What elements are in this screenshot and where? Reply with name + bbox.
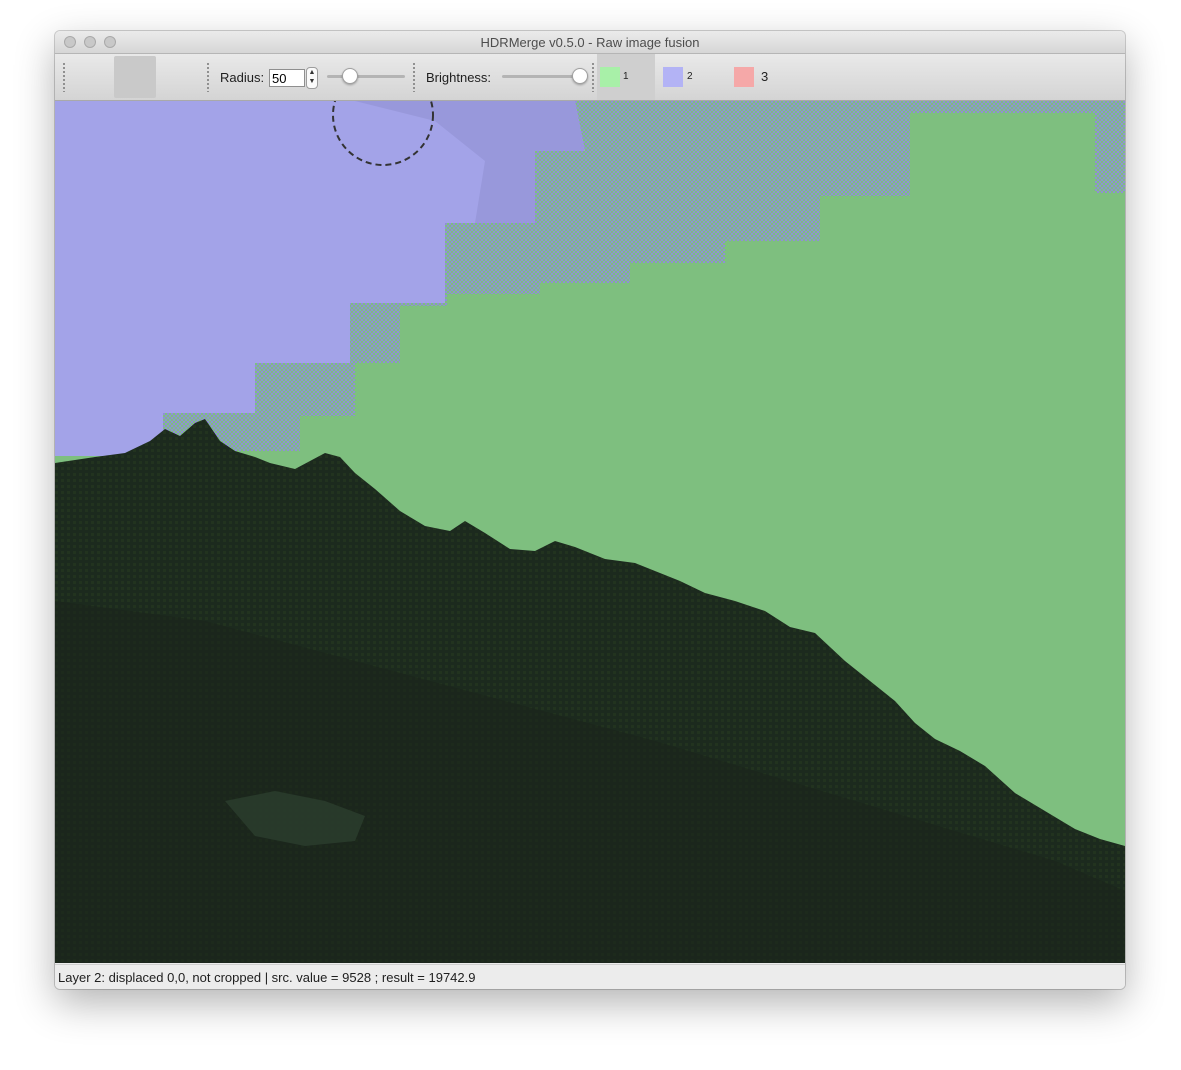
toolbar-grip-handle[interactable] bbox=[592, 62, 594, 92]
brightness-label: Brightness: bbox=[426, 70, 492, 85]
status-message: Layer 2: displaced 0,0, not cropped | sr… bbox=[58, 970, 476, 985]
image-canvas[interactable] bbox=[55, 101, 1125, 963]
toolbar-grip-handle[interactable] bbox=[207, 62, 209, 92]
layer-1-color-swatch bbox=[600, 67, 620, 87]
layer-2-label: 2 bbox=[687, 71, 693, 82]
layer-3-label: 3 bbox=[761, 69, 769, 84]
layer-3-button[interactable]: 3 bbox=[729, 54, 795, 100]
layer-1-button[interactable]: 1 bbox=[597, 54, 655, 100]
brush-tool-button[interactable] bbox=[114, 56, 156, 98]
window-title: HDRMerge v0.5.0 - Raw image fusion bbox=[480, 35, 700, 50]
status-bar: Layer 2: displaced 0,0, not cropped | sr… bbox=[55, 964, 1125, 989]
layer-2-button[interactable]: 2 bbox=[659, 54, 725, 100]
toolbar-grip-handle[interactable] bbox=[63, 62, 65, 92]
toolbar-grip-handle[interactable] bbox=[413, 62, 415, 92]
radius-label: Radius: bbox=[220, 70, 265, 85]
brightness-slider-track[interactable] bbox=[502, 75, 580, 78]
layer-3-color-swatch bbox=[734, 67, 754, 87]
radius-slider-track[interactable] bbox=[327, 75, 405, 78]
layer-2-color-swatch bbox=[663, 67, 683, 87]
brightness-slider-thumb[interactable] bbox=[572, 68, 588, 84]
merged-image-view bbox=[55, 101, 1125, 963]
chevron-up-icon[interactable]: ▲ bbox=[309, 69, 316, 76]
app-window: HDRMerge v0.5.0 - Raw image fusion Radiu… bbox=[55, 31, 1125, 989]
chevron-down-icon[interactable]: ▼ bbox=[309, 78, 316, 85]
radius-slider-thumb[interactable] bbox=[342, 68, 359, 84]
title-bar: HDRMerge v0.5.0 - Raw image fusion bbox=[55, 31, 1125, 54]
toolbar: Radius: 50 ▲ ▼ Brightness: 1 2 3 bbox=[55, 54, 1125, 101]
radius-spinbox-input[interactable]: 50 bbox=[269, 69, 305, 87]
layer-1-label: 1 bbox=[623, 71, 629, 82]
radius-stepper[interactable]: ▲ ▼ bbox=[306, 67, 318, 89]
